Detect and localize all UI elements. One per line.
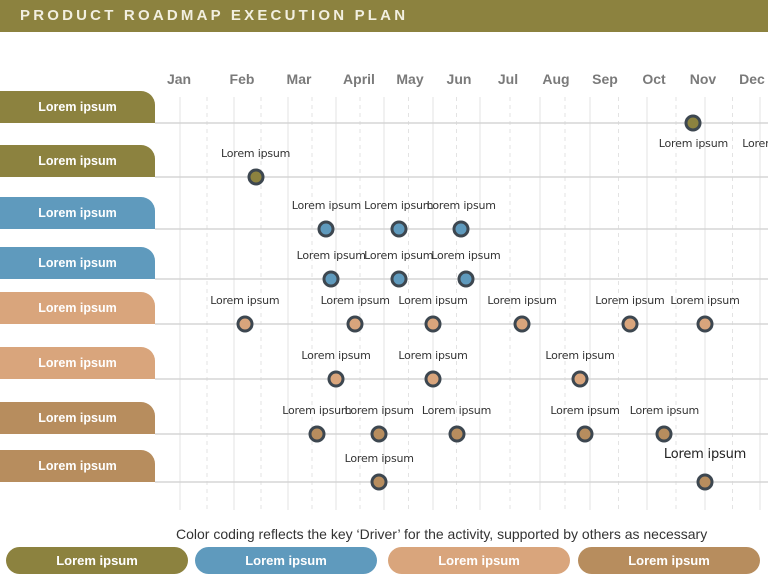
milestone-label: Lorem ipsum xyxy=(364,199,434,212)
milestone-dot[interactable] xyxy=(621,315,639,333)
row-label-tab: Lorem ipsum xyxy=(0,292,155,324)
row-label-tab: Lorem ipsum xyxy=(0,197,155,229)
milestone-dot[interactable] xyxy=(684,114,702,132)
row-label-tab: Lorem ipsum xyxy=(0,402,155,434)
milestone-label: Lorem ipsum xyxy=(550,404,620,417)
milestone-label: Lorem ipsum xyxy=(431,249,501,262)
milestone-dot[interactable] xyxy=(346,315,364,333)
milestone-dot[interactable] xyxy=(390,270,408,288)
milestone-label: Lorem ipsum xyxy=(296,249,366,262)
milestone-label: Lorem ipsum xyxy=(629,404,699,417)
footer-note: Color coding reflects the key ‘Driver’ f… xyxy=(176,526,708,542)
milestone-dot[interactable] xyxy=(308,425,326,443)
milestone-dot[interactable] xyxy=(370,473,388,491)
milestone-label: Lorem ipsum xyxy=(344,452,414,465)
month-label: Jan xyxy=(166,71,192,87)
legend-pill: Lorem ipsum xyxy=(388,547,570,574)
milestone-label: Lorem ipsum xyxy=(595,294,665,307)
milestone-dot[interactable] xyxy=(452,220,470,238)
milestone-label: Lorem ipsum xyxy=(221,147,291,160)
milestone-label: Lorem ipsum xyxy=(398,294,468,307)
milestone-label: Lorem ipsum xyxy=(670,294,740,307)
milestone-dot[interactable] xyxy=(247,168,265,186)
milestone-label: Lorem ipsum xyxy=(658,137,728,150)
milestone-label: Lorem ipsum xyxy=(545,349,615,362)
milestone-dot[interactable] xyxy=(696,473,714,491)
legend-pill: Lorem ipsum xyxy=(578,547,760,574)
milestone-dot[interactable] xyxy=(457,270,475,288)
legend-pill: Lorem ipsum xyxy=(195,547,377,574)
month-label: Aug xyxy=(542,71,570,87)
milestone-label: Lorem ipsum xyxy=(291,199,361,212)
milestone-dot[interactable] xyxy=(513,315,531,333)
milestone-label: Lorem ipsum xyxy=(364,249,434,262)
legend-pill: Lorem ipsum xyxy=(6,547,188,574)
milestone-dot[interactable] xyxy=(696,315,714,333)
milestone-label: Lorem ipsum xyxy=(210,294,280,307)
milestone-dot[interactable] xyxy=(370,425,388,443)
milestone-dot[interactable] xyxy=(655,425,673,443)
milestone-dot[interactable] xyxy=(317,220,335,238)
milestone-label: Lorem ipsum xyxy=(301,349,371,362)
milestone-dot[interactable] xyxy=(390,220,408,238)
milestone-label: Lorem ipsum xyxy=(426,199,496,212)
milestone-label: Lorem ipsum xyxy=(320,294,390,307)
milestone-label: Lorem ipsum xyxy=(663,447,747,462)
month-label: Oct xyxy=(642,71,666,87)
month-label: Sep xyxy=(592,71,618,87)
milestone-dot[interactable] xyxy=(448,425,465,443)
month-label: Feb xyxy=(229,71,255,87)
milestone-label: Lorem ipsum xyxy=(282,404,352,417)
row-label-tab: Lorem ipsum xyxy=(0,450,155,482)
month-label: Dec xyxy=(739,71,765,87)
milestone-dot[interactable] xyxy=(424,370,442,388)
month-label: Jun xyxy=(446,71,472,87)
milestone-label: Lorem ipsum xyxy=(487,294,557,307)
row-label-tab: Lorem ipsum xyxy=(0,145,155,177)
row-label-tab: Lorem ipsum xyxy=(0,247,155,279)
month-label: May xyxy=(396,71,424,87)
row-label-tab: Lorem ipsum xyxy=(0,91,155,123)
month-label: Jul xyxy=(497,71,519,87)
milestone-dot[interactable] xyxy=(571,370,589,388)
row-label-tab: Lorem ipsum xyxy=(0,347,155,379)
milestone-dot[interactable] xyxy=(327,370,345,388)
milestone-label: Lorem ipsum xyxy=(398,349,468,362)
month-label: Nov xyxy=(689,71,717,87)
milestone-dot[interactable] xyxy=(322,270,340,288)
milestone-label: Lorem ipsum xyxy=(421,404,492,417)
month-label: April xyxy=(343,71,375,87)
milestone-dot[interactable] xyxy=(576,425,594,443)
milestone-label: Lorem ipsum xyxy=(742,137,768,150)
month-label: Mar xyxy=(286,71,312,87)
milestone-dot[interactable] xyxy=(424,315,442,333)
milestone-dot[interactable] xyxy=(236,315,254,333)
milestone-label: Lorem ipsum xyxy=(344,404,414,417)
